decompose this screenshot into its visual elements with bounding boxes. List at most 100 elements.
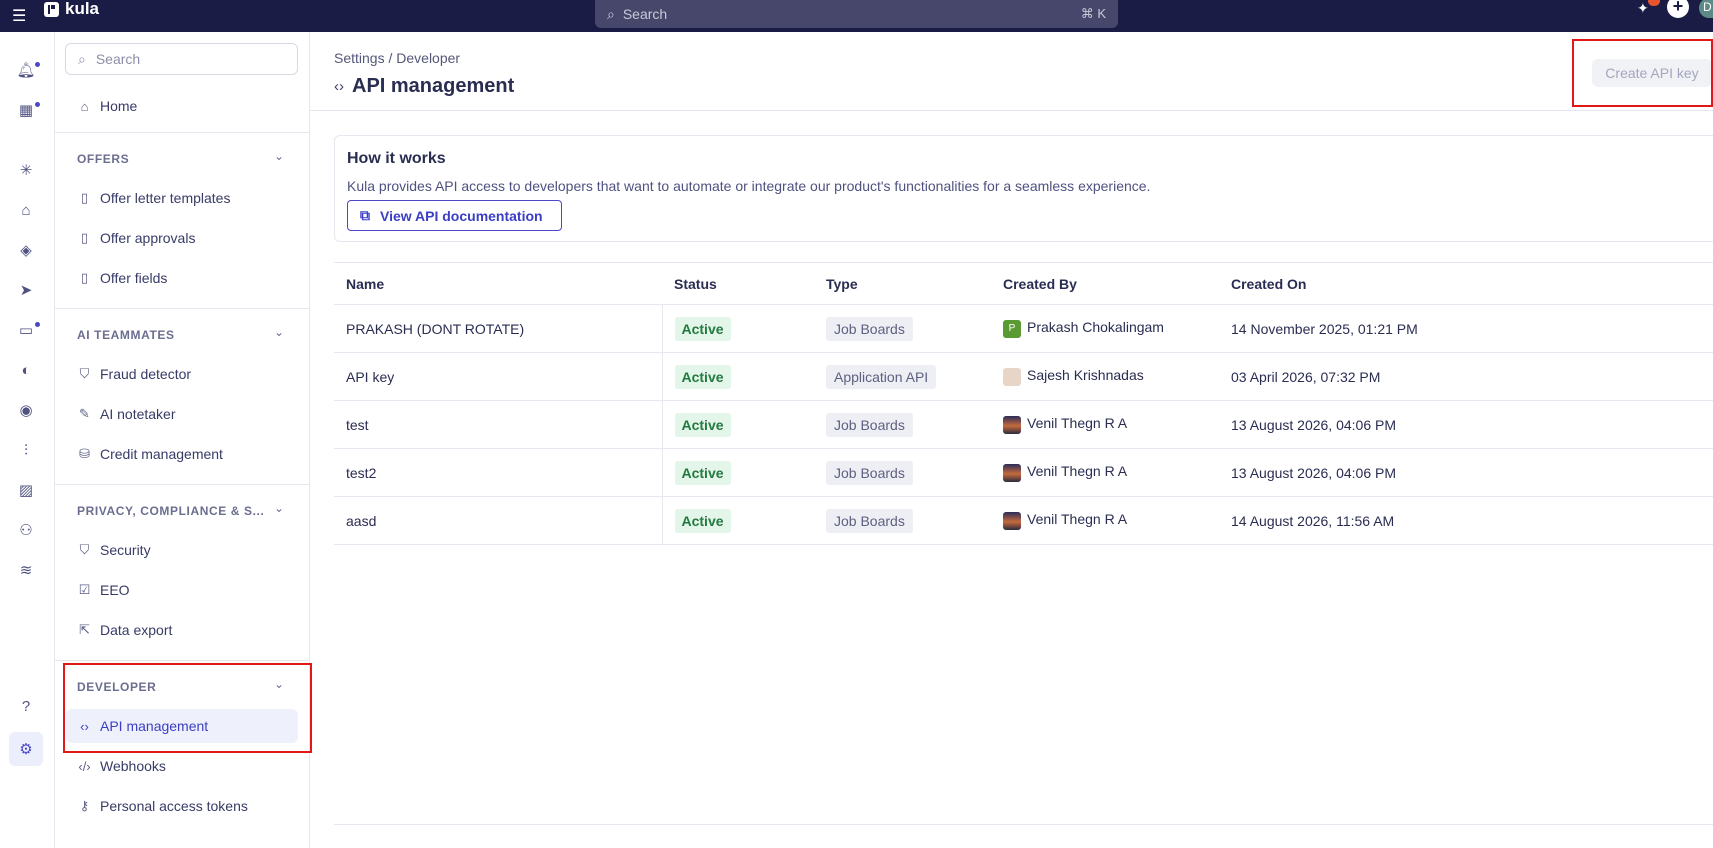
app-name: kula xyxy=(65,0,100,18)
sidebar-item-security[interactable]: ⛉ Security xyxy=(66,533,298,567)
table-header-row: Name Status Type Created By Created On xyxy=(334,262,1713,305)
divider xyxy=(310,110,1713,111)
cell-created-on: 13 August 2026, 04:06 PM xyxy=(1219,400,1713,449)
global-search[interactable]: ⌕ Search ⌘ K xyxy=(595,0,1118,28)
sidebar-item-home[interactable]: ⌂ Home xyxy=(66,89,298,123)
document-icon: ▯ xyxy=(80,190,89,205)
divider xyxy=(334,824,1713,825)
chevron-down-icon[interactable]: ⌄ xyxy=(274,149,288,163)
cell-name[interactable]: aasd xyxy=(334,496,663,545)
calendar-icon[interactable]: ▦ xyxy=(16,100,40,120)
notifications-button[interactable]: ✦ xyxy=(1637,0,1660,20)
hamburger-menu-icon[interactable]: ☰ xyxy=(12,6,26,26)
sidebar-item-ai-notetaker[interactable]: ✎ AI notetaker xyxy=(66,397,298,431)
sidebar-item-offer-letter-templates[interactable]: ▯ Offer letter templates xyxy=(66,181,298,215)
sidebar-item-credit-management[interactable]: ⛁ Credit management xyxy=(66,437,298,471)
sidebar-item-webhooks[interactable]: ‹/› Webhooks xyxy=(66,749,298,783)
avatar xyxy=(1003,415,1021,434)
status-badge: Active xyxy=(674,364,731,389)
user-avatar[interactable]: D xyxy=(1699,0,1713,18)
sidebar-item-offer-approvals[interactable]: ▯ Offer approvals xyxy=(66,221,298,255)
type-badge: Job Boards xyxy=(826,508,913,533)
sparkle-pen-icon: ✎ xyxy=(79,406,90,421)
cell-type: Job Boards xyxy=(814,448,991,497)
add-button[interactable]: + xyxy=(1667,0,1689,18)
creator-name: Prakash Chokalingam xyxy=(1027,319,1164,336)
sidebar-item-label: Offer letter templates xyxy=(100,190,231,206)
sidebar-item-label: Credit management xyxy=(100,446,223,462)
status-badge: Active xyxy=(674,460,731,485)
divider xyxy=(55,484,310,485)
shield-icon: ⛉ xyxy=(79,366,90,381)
creator-name: Venil Thegn R A xyxy=(1027,415,1128,432)
cell-name[interactable]: PRAKASH (DONT ROTATE) xyxy=(334,304,663,353)
sidebar-item-label: Data export xyxy=(100,622,173,638)
cell-status: Active xyxy=(662,496,814,545)
settings-gear-icon[interactable]: ⚙ xyxy=(9,732,43,766)
table-row[interactable]: test Active Job Boards Venil Thegn R A 1… xyxy=(334,400,1713,449)
cell-name[interactable]: API key xyxy=(334,352,663,401)
cell-name[interactable]: test xyxy=(334,400,663,449)
table-row[interactable]: aasd Active Job Boards Venil Thegn R A 1… xyxy=(334,496,1713,545)
chart-icon[interactable]: ▨ xyxy=(16,480,36,500)
table-row[interactable]: API key Active Application API Sajesh Kr… xyxy=(334,352,1713,401)
cell-status: Active xyxy=(662,448,814,497)
search-shortcut: ⌘ K xyxy=(1080,6,1106,21)
avatar: P xyxy=(1003,319,1021,338)
external-link-icon: ⧉ xyxy=(360,207,370,223)
highlight-box-developer xyxy=(63,663,312,753)
sidebar-item-fraud-detector[interactable]: ⛉ Fraud detector xyxy=(66,357,298,391)
chevron-down-icon[interactable]: ⌄ xyxy=(274,325,288,339)
shield-check-icon: ⛉ xyxy=(79,542,90,557)
app-logo[interactable]: kula xyxy=(44,0,99,18)
avatar xyxy=(1003,367,1021,386)
home-icon[interactable]: ⌂ xyxy=(16,200,36,220)
avatar xyxy=(1003,511,1021,530)
column-header-name[interactable]: Name xyxy=(334,262,662,305)
user-circle-icon[interactable]: ◉ xyxy=(16,400,36,420)
sidebar-search-input[interactable]: ⌕ Search xyxy=(65,43,298,75)
sidebar-item-eeo[interactable]: ☑ EEO xyxy=(66,573,298,607)
atom-icon[interactable]: ✳ xyxy=(16,160,36,180)
audio-wave-icon[interactable]: ⫶ xyxy=(16,440,36,460)
kula-logo-icon xyxy=(44,1,59,17)
export-icon: ⇱ xyxy=(79,622,90,637)
column-header-created-on[interactable]: Created On xyxy=(1219,262,1713,305)
cell-type: Application API xyxy=(814,352,991,401)
cell-created-on: 03 April 2026, 07:32 PM xyxy=(1219,352,1713,401)
breadcrumb[interactable]: Settings / Developer xyxy=(334,50,460,66)
half-circle-icon[interactable]: ◐ xyxy=(16,360,36,380)
doc-button-label: View API documentation xyxy=(380,207,543,224)
status-badge: Active xyxy=(674,412,731,437)
table-row[interactable]: test2 Active Job Boards Venil Thegn R A … xyxy=(334,448,1713,497)
stack-icon[interactable]: ≋ xyxy=(16,560,36,580)
bell-icon[interactable]: 🔔︎ xyxy=(16,60,40,80)
users-icon[interactable]: ⚇ xyxy=(16,520,36,540)
notification-badge xyxy=(1648,0,1660,6)
how-it-works-card: How it works Kula provides API access to… xyxy=(334,135,1713,242)
column-header-created-by[interactable]: Created By xyxy=(991,262,1219,305)
sidebar-item-offer-fields[interactable]: ▯ Offer fields xyxy=(66,261,298,295)
folder-icon[interactable]: ▭ xyxy=(16,320,40,340)
page-title: ‹› API management xyxy=(334,75,514,98)
main-content: Settings / Developer ‹› API management C… xyxy=(310,32,1713,848)
checklist-icon: ☑ xyxy=(78,582,91,597)
section-privacy-compliance: PRIVACY, COMPLIANCE & S... xyxy=(77,504,265,518)
sidebar-item-data-export[interactable]: ⇱ Data export xyxy=(66,613,298,647)
column-header-type[interactable]: Type xyxy=(814,262,991,305)
page-title-text: API management xyxy=(352,75,515,97)
search-icon: ⌕ xyxy=(607,5,615,22)
cell-name[interactable]: test2 xyxy=(334,448,663,497)
sidebar-item-personal-access-tokens[interactable]: ⚷ Personal access tokens xyxy=(66,789,298,823)
send-icon[interactable]: ➤ xyxy=(16,280,36,300)
view-api-documentation-button[interactable]: ⧉ View API documentation xyxy=(347,200,562,231)
help-icon[interactable]: ? xyxy=(16,696,36,716)
table-row[interactable]: PRAKASH (DONT ROTATE) Active Job Boards … xyxy=(334,304,1713,353)
layers-icon[interactable]: ◈ xyxy=(16,240,36,260)
sidebar-item-label: Home xyxy=(100,98,138,114)
chevron-down-icon[interactable]: ⌄ xyxy=(274,501,288,515)
creator-name: Venil Thegn R A xyxy=(1027,511,1128,528)
cell-created-by: P Prakash Chokalingam xyxy=(991,304,1219,353)
cell-created-by: Sajesh Krishnadas xyxy=(991,352,1219,401)
column-header-status[interactable]: Status xyxy=(662,262,814,305)
